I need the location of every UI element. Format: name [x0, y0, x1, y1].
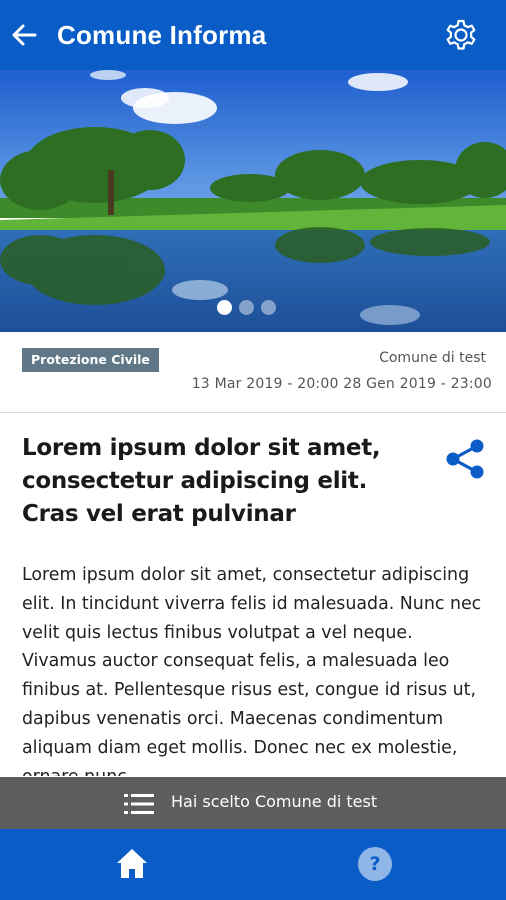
- home-icon: [117, 849, 147, 878]
- app-bar: Comune Informa: [0, 0, 506, 70]
- list-icon: [124, 794, 154, 814]
- comune-chooser-bar[interactable]: Hai scelto Comune di test: [0, 777, 506, 829]
- carousel-dot[interactable]: [261, 300, 276, 315]
- comune-label: Comune di test: [379, 350, 486, 366]
- article-body: Lorem ipsum dolor sit amet, consectetur …: [22, 565, 482, 776]
- back-button[interactable]: [8, 19, 40, 51]
- chooser-label: Hai scelto Comune di test: [171, 792, 378, 811]
- help-button[interactable]: ?: [358, 847, 392, 881]
- article-meta: Protezione Civile Comune di test 13 Mar …: [0, 332, 506, 413]
- carousel-dot[interactable]: [217, 300, 232, 315]
- article-title: Lorem ipsum dolor sit amet, consectetur …: [22, 435, 381, 527]
- landscape-image: [0, 70, 506, 332]
- arrow-left-icon: [12, 24, 37, 46]
- share-button[interactable]: [444, 438, 488, 480]
- gear-icon: [446, 19, 476, 50]
- home-button[interactable]: [112, 845, 152, 883]
- date-range: 13 Mar 2019 - 20:00 28 Gen 2019 - 23:00: [191, 376, 492, 392]
- bottom-nav: ?: [0, 829, 506, 900]
- category-badge: Protezione Civile: [22, 348, 159, 372]
- hero-image-carousel[interactable]: [0, 70, 506, 332]
- carousel-indicator[interactable]: [217, 300, 276, 315]
- share-icon: [446, 439, 484, 479]
- settings-button[interactable]: [440, 14, 482, 56]
- carousel-dot[interactable]: [239, 300, 254, 315]
- page-title: Comune Informa: [57, 20, 267, 50]
